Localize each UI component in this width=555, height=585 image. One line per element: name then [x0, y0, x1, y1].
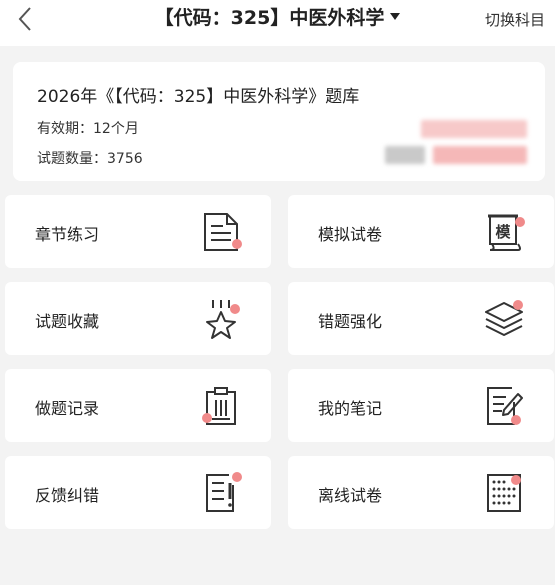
- menu-label: 模拟试卷: [318, 225, 383, 244]
- switch-subject-button[interactable]: 切换科目: [485, 9, 545, 30]
- menu-mock-exam[interactable]: 模拟试卷 模: [288, 195, 554, 268]
- menu-label: 错题强化: [318, 312, 383, 331]
- menu-label: 做题记录: [35, 399, 100, 418]
- feedback-icon: [206, 472, 242, 512]
- scroll-exam-icon: 模: [488, 214, 525, 251]
- menu-label: 试题收藏: [35, 312, 100, 331]
- header-bar: 【代码：325】中医外科学 切换科目: [0, 0, 555, 46]
- menu-label: 章节练习: [35, 225, 100, 244]
- validity-text: 有效期：12个月: [37, 121, 139, 137]
- svg-text:模: 模: [495, 223, 511, 241]
- document-icon: [204, 213, 242, 251]
- notes-pencil-icon: [487, 387, 523, 425]
- question-bank-card: 2026年《【代码：325】中医外科学》题库 有效期：12个月 试题数量：375…: [13, 62, 545, 181]
- caret-down-icon: [390, 13, 401, 20]
- layers-icon: [485, 300, 523, 336]
- menu-favorites[interactable]: 试题收藏: [5, 282, 271, 355]
- subject-selector[interactable]: 【代码：325】中医外科学: [0, 6, 555, 30]
- menu-practice-history[interactable]: 做题记录: [5, 369, 271, 442]
- page-title: 【代码：325】中医外科学: [154, 7, 385, 29]
- menu-label: 我的笔记: [318, 399, 383, 418]
- offline-paper-icon: [487, 474, 521, 512]
- menu-wrong-questions[interactable]: 错题强化: [288, 282, 554, 355]
- menu-label: 离线试卷: [318, 486, 383, 505]
- clipboard-icon: [202, 387, 236, 425]
- menu-chapter-practice[interactable]: 章节练习: [5, 195, 271, 268]
- menu-offline-papers[interactable]: 离线试卷: [288, 456, 554, 529]
- star-icon: [206, 300, 240, 339]
- menu-feedback[interactable]: 反馈纠错: [5, 456, 271, 529]
- menu-my-notes[interactable]: 我的笔记: [288, 369, 554, 442]
- menu-label: 反馈纠错: [35, 486, 100, 505]
- question-count-text: 试题数量：3756: [37, 151, 143, 167]
- bank-title: 2026年《【代码：325】中医外科学》题库: [37, 87, 360, 107]
